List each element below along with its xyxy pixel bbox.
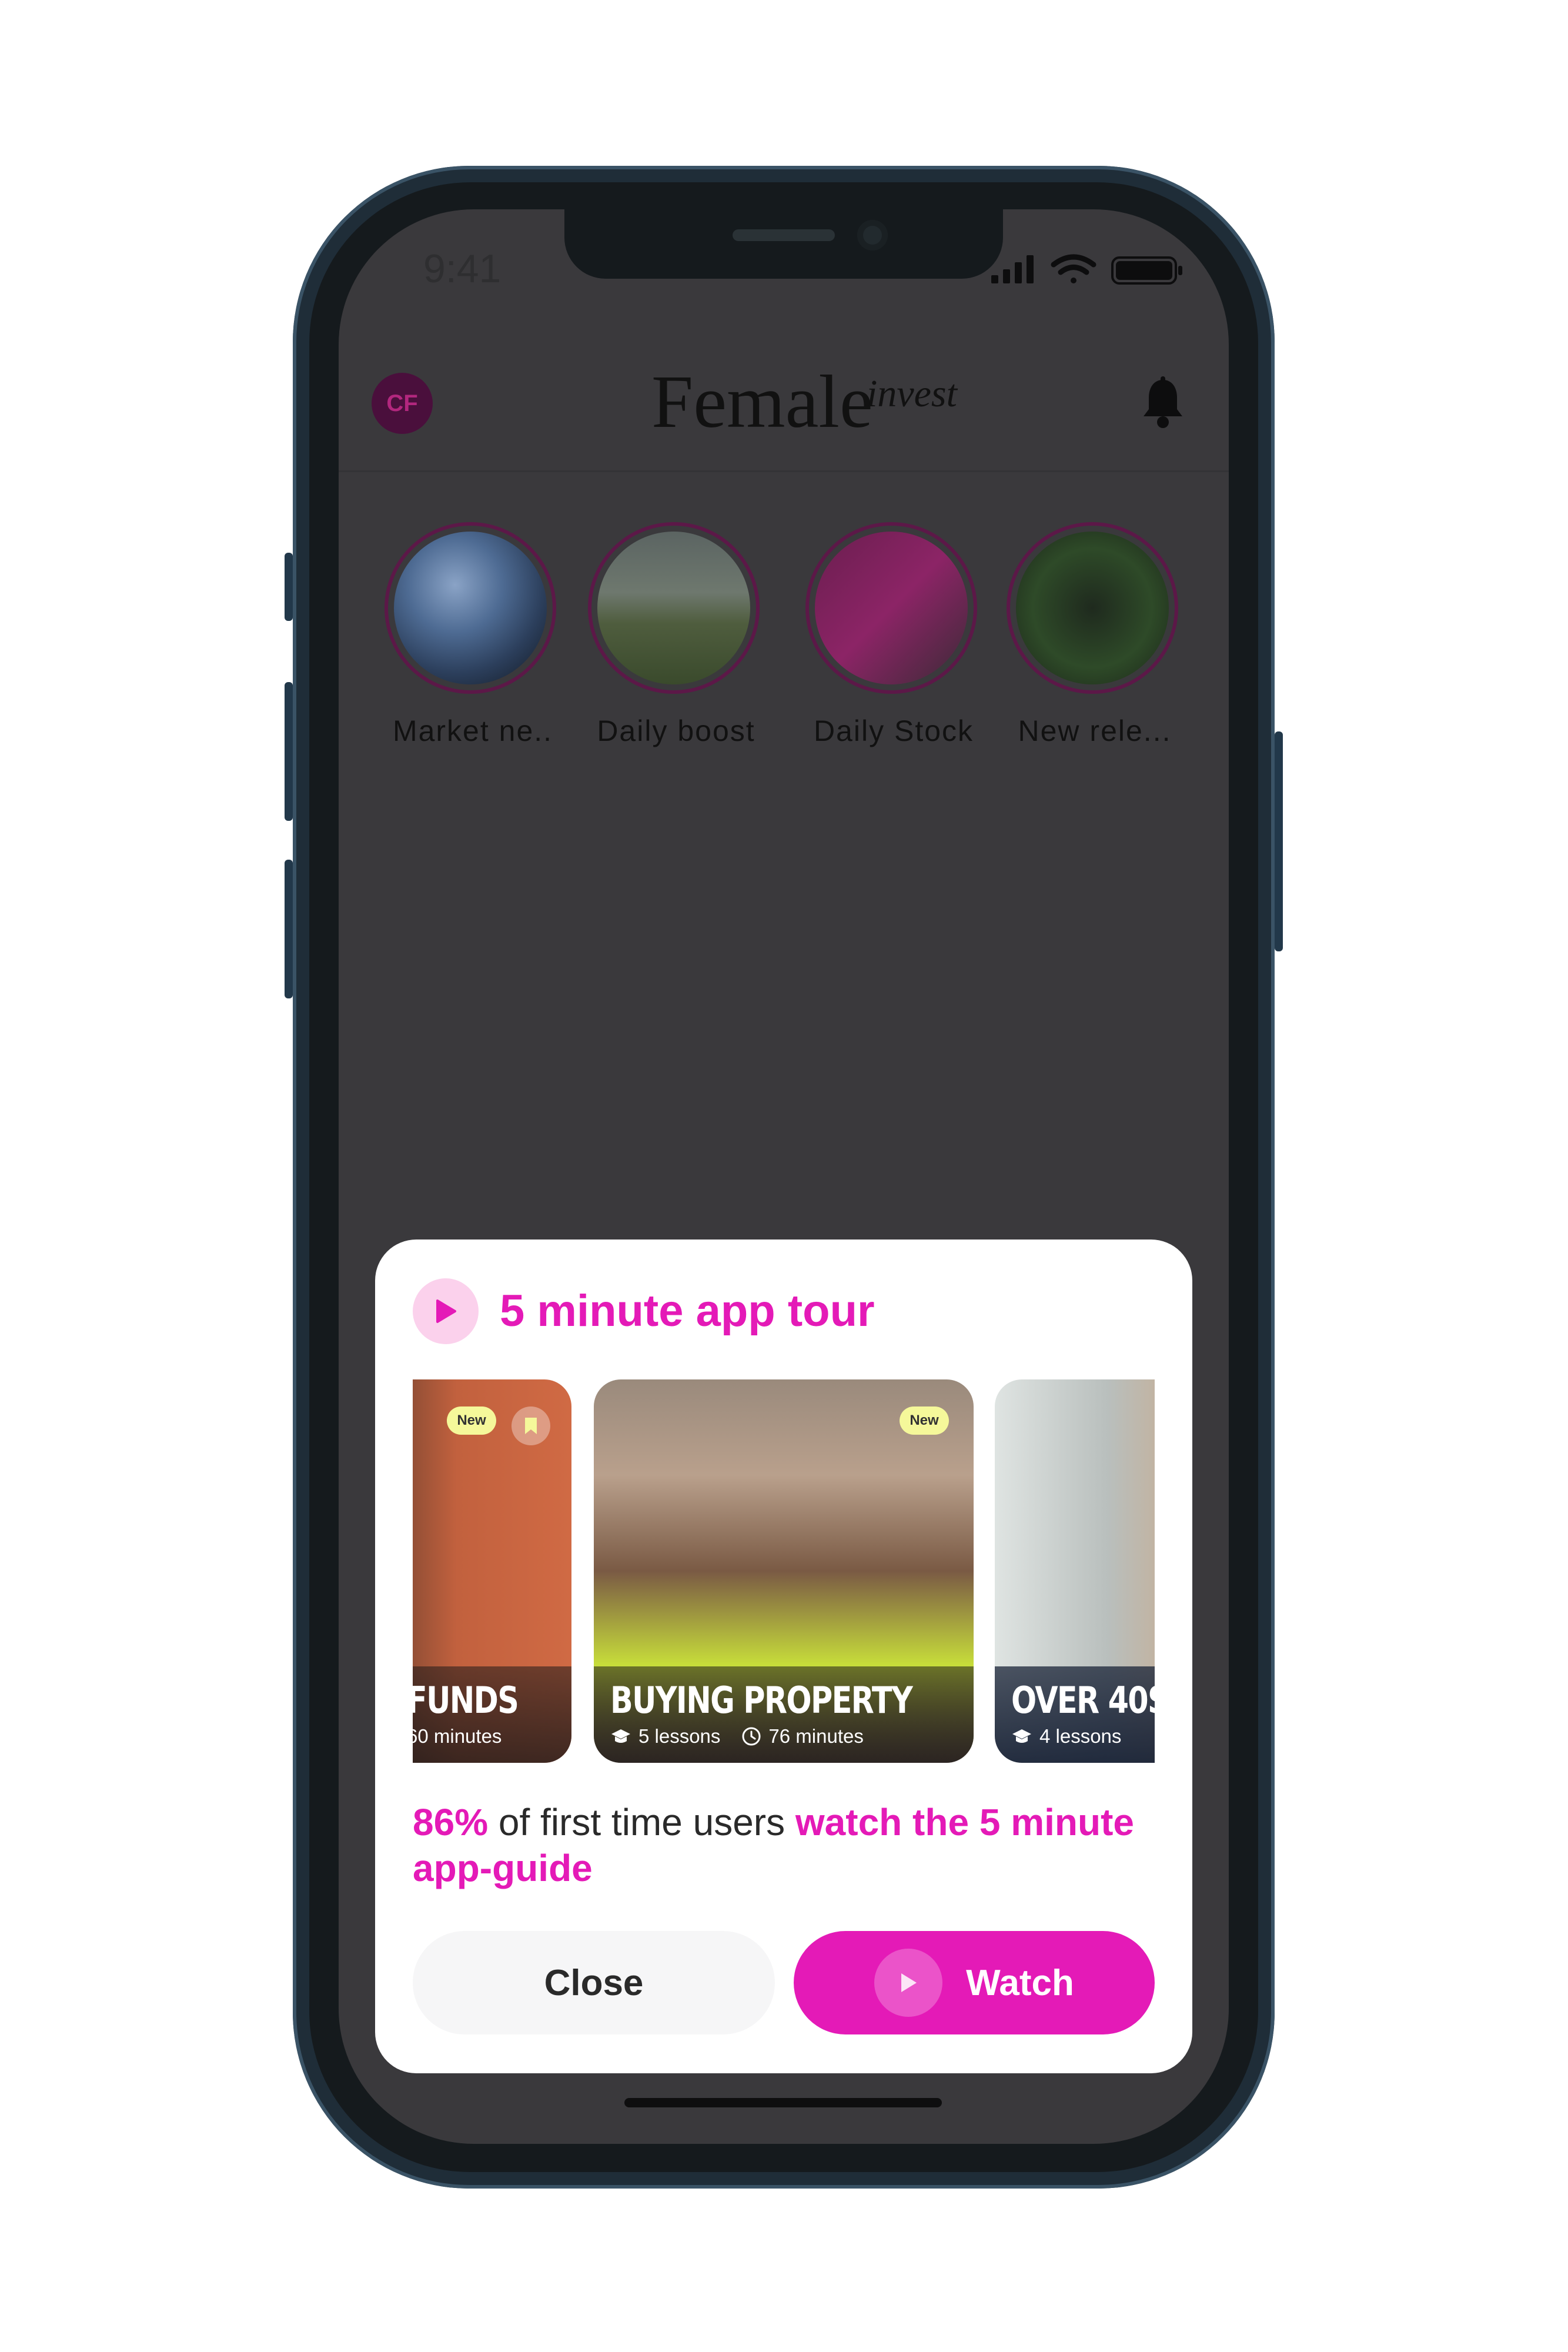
- course-carousel[interactable]: New FUNDS 60 minutes New BUYING PROPERTY…: [413, 1379, 1155, 1763]
- close-button[interactable]: Close: [413, 1931, 775, 2034]
- notch: [564, 209, 1003, 279]
- stat-middle: of first time users: [488, 1801, 795, 1843]
- silent-switch: [285, 553, 293, 621]
- graduation-cap-icon: [1012, 1729, 1031, 1743]
- new-badge: New: [900, 1406, 949, 1435]
- graduation-cap-icon: [611, 1729, 630, 1743]
- card-info: FUNDS 60 minutes: [413, 1666, 571, 1763]
- play-icon: [874, 1949, 943, 2017]
- story-ring: [805, 522, 977, 694]
- card-title: BUYING PROPERTY: [610, 1679, 913, 1722]
- watch-label: Watch: [966, 1962, 1074, 2003]
- card-meta: 5 lessons 76 minutes: [610, 1725, 864, 1748]
- story-daily-stock[interactable]: Daily Stock: [805, 522, 982, 747]
- earth-image: [394, 532, 547, 684]
- brand-logo-sub: invest: [867, 372, 957, 415]
- card-duration: 76 minutes: [768, 1725, 864, 1747]
- modal-title: 5 minute app tour: [500, 1286, 875, 1336]
- power-button: [1275, 731, 1283, 951]
- hammock-image: [597, 532, 750, 684]
- course-card[interactable]: New FUNDS 60 minutes: [413, 1379, 571, 1763]
- wifi-icon: [1051, 254, 1096, 283]
- card-duration: 60 minutes: [413, 1725, 502, 1747]
- card-lessons: 4 lessons: [1039, 1725, 1122, 1747]
- status-icons: [991, 254, 1182, 285]
- stat-percent: 86%: [413, 1801, 489, 1843]
- brand-logo: Female: [651, 360, 873, 443]
- new-badge: New: [447, 1406, 496, 1435]
- home-indicator: [624, 2098, 942, 2107]
- battery-icon: [1111, 256, 1182, 285]
- clock-icon: [742, 1727, 761, 1746]
- story-label: New rele...: [1018, 714, 1172, 747]
- card-title: OVER 40S: [1011, 1679, 1155, 1722]
- volume-up-button: [285, 682, 293, 821]
- bell-icon[interactable]: [1141, 376, 1185, 429]
- card-meta: 4 lessons: [1011, 1725, 1121, 1748]
- palm-image: [1016, 532, 1169, 684]
- card-lessons: 5 lessons: [638, 1725, 721, 1747]
- stat-text: 86% of first time users watch the 5 minu…: [413, 1799, 1154, 1891]
- card-title: FUNDS: [413, 1679, 519, 1722]
- status-time: 9:41: [423, 246, 502, 291]
- front-camera: [857, 220, 888, 250]
- course-card[interactable]: New BUYING PROPERTY 5 lessons 76 minutes: [594, 1379, 974, 1763]
- volume-down-button: [285, 860, 293, 998]
- avatar[interactable]: CF: [372, 373, 433, 434]
- card-meta: 60 minutes: [413, 1725, 502, 1748]
- stock-chart-image: [815, 532, 968, 684]
- earpiece-speaker: [733, 229, 835, 241]
- watch-button[interactable]: Watch: [794, 1931, 1155, 2034]
- story-daily-boost[interactable]: Daily boost: [588, 522, 764, 747]
- story-ring: [1007, 522, 1178, 694]
- story-market-news[interactable]: Market ne..: [385, 522, 561, 747]
- story-ring: [385, 522, 556, 694]
- story-new-releases[interactable]: New rele...: [1007, 522, 1183, 747]
- bookmark-icon[interactable]: [511, 1406, 550, 1445]
- card-info: OVER 40S 4 lessons: [995, 1666, 1155, 1763]
- story-label: Market ne..: [392, 714, 553, 747]
- course-card[interactable]: OVER 40S 4 lessons: [995, 1379, 1155, 1763]
- story-label: Daily Stock: [813, 714, 974, 747]
- play-icon: [413, 1278, 479, 1344]
- story-label: Daily boost: [597, 714, 755, 747]
- story-ring: [588, 522, 760, 694]
- card-info: BUYING PROPERTY 5 lessons 76 minutes: [594, 1666, 974, 1763]
- signal-icon: [991, 255, 1034, 283]
